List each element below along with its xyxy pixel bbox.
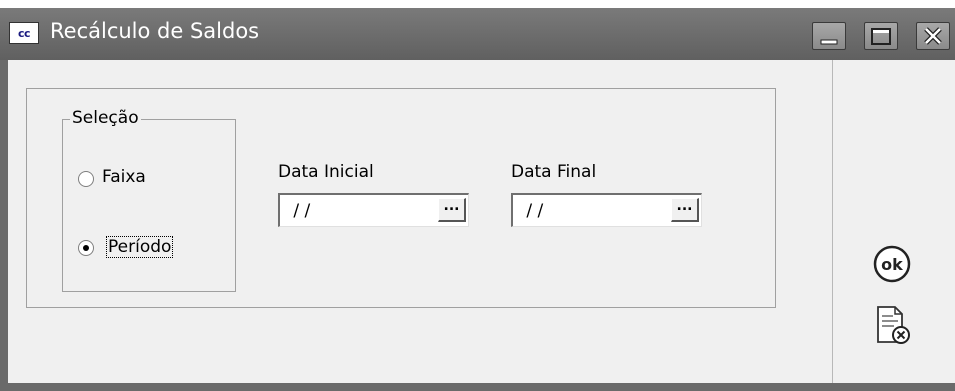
ok-button[interactable]: ok xyxy=(868,244,918,284)
end-date-input[interactable] xyxy=(513,195,667,226)
end-date-field[interactable]: ... xyxy=(511,193,702,227)
dialog-window: cc Recálculo de Saldos ok Seleção Faixa … xyxy=(0,8,955,391)
title-bar[interactable]: cc Recálculo de Saldos xyxy=(0,8,955,60)
cancel-document-icon xyxy=(877,306,910,344)
minimize-icon xyxy=(820,39,838,45)
selection-group xyxy=(62,119,236,292)
periodo-label[interactable]: Período xyxy=(106,236,174,258)
close-icon xyxy=(924,27,942,45)
window-title: Recálculo de Saldos xyxy=(50,19,260,43)
window-bottom-border xyxy=(0,383,955,391)
maximize-icon xyxy=(871,28,891,45)
faixa-radio[interactable] xyxy=(78,171,94,187)
start-date-picker-button[interactable]: ... xyxy=(438,198,466,222)
cancel-button[interactable] xyxy=(868,304,918,348)
svg-text:ok: ok xyxy=(881,255,903,274)
app-icon[interactable]: cc xyxy=(9,22,39,44)
periodo-radio[interactable] xyxy=(78,240,94,256)
end-date-picker-button[interactable]: ... xyxy=(671,198,699,222)
maximize-button[interactable] xyxy=(864,22,898,50)
app-icon-label: cc xyxy=(17,26,31,40)
start-date-input[interactable] xyxy=(280,195,434,226)
selection-legend: Seleção xyxy=(70,108,141,128)
start-date-label: Data Inicial xyxy=(278,162,374,182)
window-left-border xyxy=(0,60,8,391)
close-button[interactable] xyxy=(916,22,950,50)
end-date-label: Data Final xyxy=(511,162,597,182)
start-date-field[interactable]: ... xyxy=(278,193,469,227)
faixa-label[interactable]: Faixa xyxy=(102,167,146,187)
minimize-button[interactable] xyxy=(812,22,846,50)
ok-icon: ok xyxy=(873,245,911,283)
